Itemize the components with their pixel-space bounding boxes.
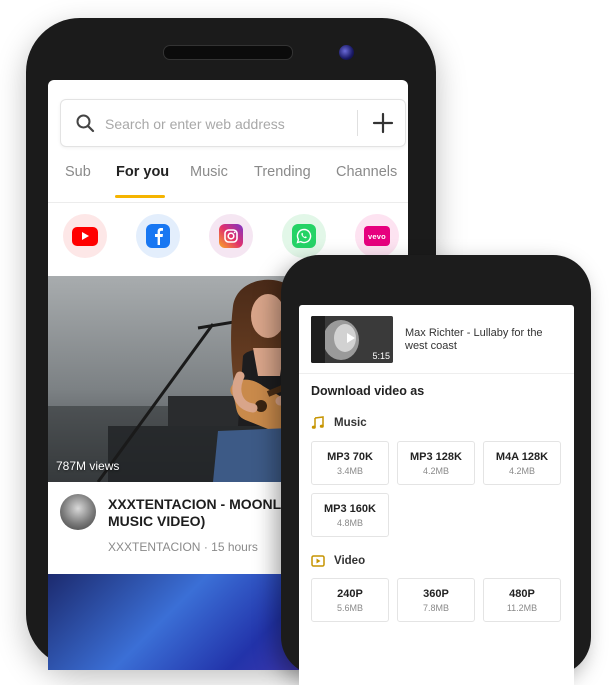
youtube-icon bbox=[72, 226, 98, 246]
download-video-thumbnail[interactable]: 5:15 bbox=[311, 316, 393, 363]
tab-channels[interactable]: Channels bbox=[336, 164, 397, 180]
download-video-title: Max Richter - Lullaby for the west coast bbox=[405, 327, 543, 352]
whatsapp-icon bbox=[292, 224, 316, 248]
format-mp3-160k-button[interactable]: MP3 160K 4.8MB bbox=[311, 493, 389, 537]
shortcut-youtube[interactable] bbox=[63, 214, 107, 258]
search-bar bbox=[60, 99, 406, 148]
format-mp3-128k-button[interactable]: MP3 128K 4.2MB bbox=[397, 441, 475, 485]
format-size: 11.2MB bbox=[506, 603, 538, 613]
vevo-logo-text: vevo bbox=[368, 231, 386, 241]
shortcut-whatsapp[interactable] bbox=[282, 214, 326, 258]
music-section-label: Music bbox=[334, 417, 367, 429]
active-tab-indicator bbox=[115, 195, 165, 198]
format-quality: 240P bbox=[337, 588, 363, 600]
divider bbox=[299, 373, 574, 374]
shortcut-vevo[interactable]: vevo bbox=[355, 214, 399, 258]
format-quality: 360P bbox=[423, 588, 449, 600]
tab-music[interactable]: Music bbox=[190, 164, 228, 180]
category-tabs: Sub For you Music Trending Channels bbox=[48, 164, 408, 200]
phone-camera bbox=[339, 45, 354, 60]
format-quality: 480P bbox=[509, 588, 535, 600]
format-quality: MP3 128K bbox=[410, 451, 462, 463]
tab-for-you[interactable]: For you bbox=[116, 164, 169, 180]
search-input[interactable] bbox=[103, 100, 347, 148]
channel-name: XXXTENTACION bbox=[108, 540, 201, 554]
avatar[interactable] bbox=[60, 494, 96, 530]
format-240p-button[interactable]: 240P 5.6MB bbox=[311, 578, 389, 622]
add-tab-button[interactable] bbox=[365, 105, 401, 141]
instagram-icon bbox=[219, 224, 243, 248]
search-divider bbox=[357, 110, 358, 136]
format-mp3-70k-button[interactable]: MP3 70K 3.4MB bbox=[311, 441, 389, 485]
facebook-icon bbox=[146, 224, 170, 248]
format-size: 4.2MB bbox=[508, 466, 535, 476]
format-m4a-128k-button[interactable]: M4A 128K 4.2MB bbox=[483, 441, 561, 485]
video-meta: XXXTENTACION · 15 hours bbox=[108, 540, 258, 554]
format-quality: M4A 128K bbox=[495, 451, 549, 463]
download-screen: 5:15 Max Richter - Lullaby for the west … bbox=[299, 305, 574, 685]
tabs-divider bbox=[48, 202, 408, 203]
view-count: 787M views bbox=[56, 459, 120, 473]
format-size: 3.4MB bbox=[336, 466, 363, 476]
shortcut-instagram[interactable] bbox=[209, 214, 253, 258]
search-icon bbox=[76, 114, 95, 133]
format-360p-button[interactable]: 360P 7.8MB bbox=[397, 578, 475, 622]
format-size: 5.6MB bbox=[336, 603, 363, 613]
tab-trending[interactable]: Trending bbox=[254, 164, 311, 180]
video-icon bbox=[311, 555, 325, 567]
phone-front: 5:15 Max Richter - Lullaby for the west … bbox=[281, 255, 591, 685]
vevo-icon: vevo bbox=[364, 226, 390, 246]
video-section-label: Video bbox=[334, 555, 366, 567]
format-size: 4.8MB bbox=[336, 518, 363, 528]
download-heading: Download video as bbox=[311, 384, 425, 398]
format-quality: MP3 160K bbox=[324, 503, 376, 515]
video-duration: 5:15 bbox=[372, 351, 390, 361]
upload-time: · 15 hours bbox=[203, 540, 258, 554]
shortcut-facebook[interactable] bbox=[136, 214, 180, 258]
format-480p-button[interactable]: 480P 11.2MB bbox=[483, 578, 561, 622]
tab-sub[interactable]: Sub bbox=[65, 164, 91, 180]
format-size: 4.2MB bbox=[422, 466, 449, 476]
format-quality: MP3 70K bbox=[327, 451, 373, 463]
play-icon bbox=[347, 333, 355, 343]
format-size: 7.8MB bbox=[422, 603, 449, 613]
music-note-icon bbox=[311, 416, 324, 429]
phone-speaker bbox=[163, 45, 293, 60]
